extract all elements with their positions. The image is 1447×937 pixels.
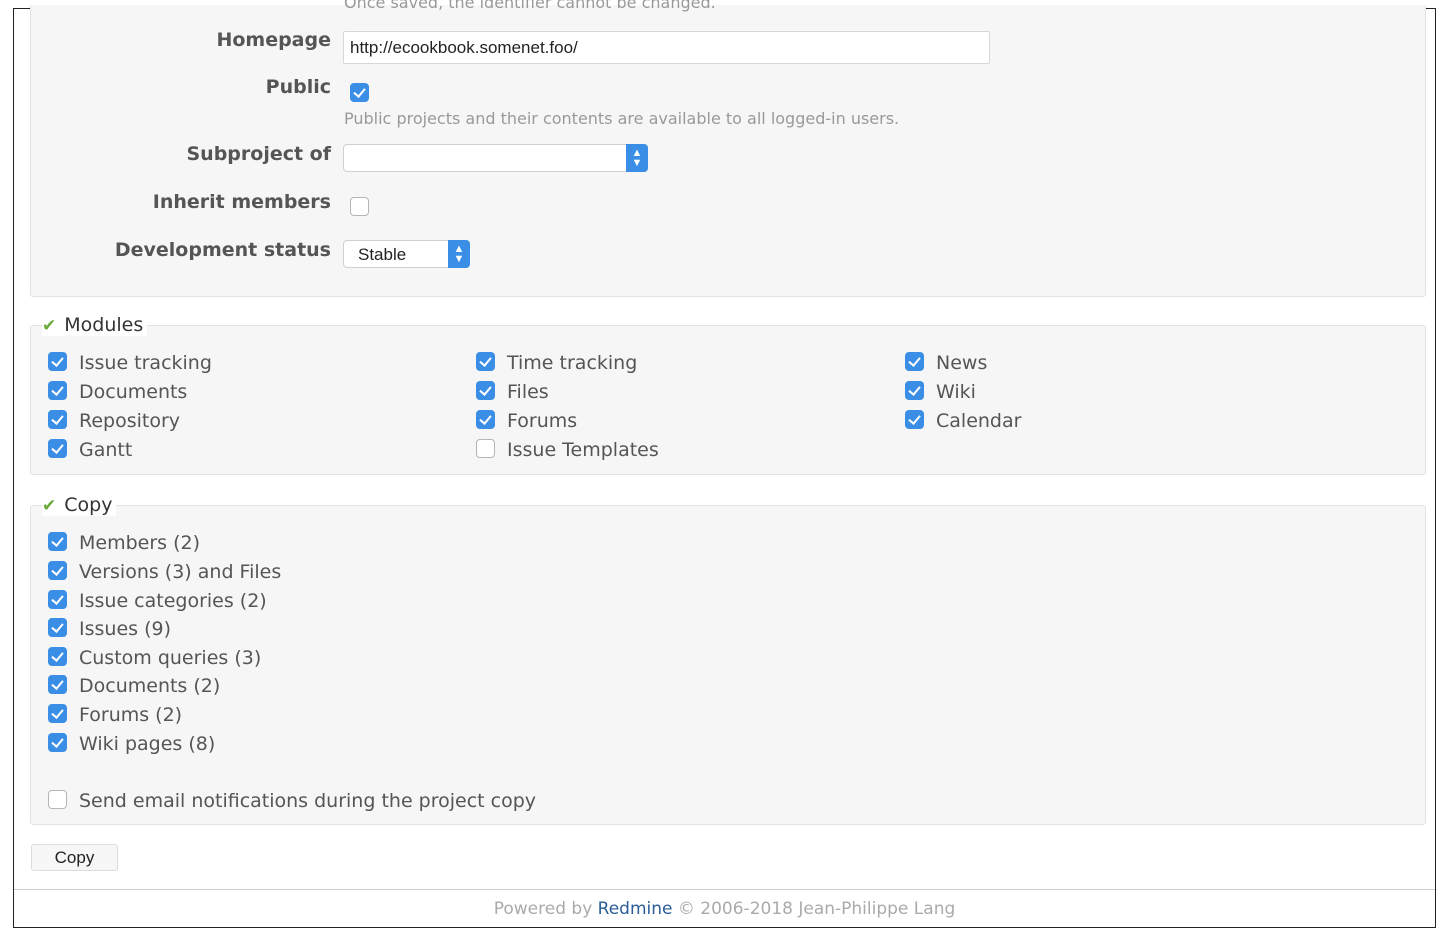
public-hint: Public projects and their contents are a…: [344, 109, 900, 128]
checkmark-icon: ✔: [42, 496, 57, 516]
modules-fieldset: Issue tracking Documents Repository Gant…: [30, 325, 1426, 475]
module-calendar[interactable]: Calendar: [905, 410, 1021, 432]
module-forums[interactable]: Forums: [476, 410, 577, 432]
copy-fieldset: Members (2) Versions (3) and Files Issue…: [30, 505, 1426, 825]
copy-members[interactable]: Members (2): [48, 532, 200, 554]
checkbox[interactable]: [48, 675, 67, 694]
checkbox[interactable]: [905, 381, 924, 400]
footer: Powered by Redmine © 2006-2018 Jean-Phil…: [14, 899, 1435, 919]
checkbox[interactable]: [48, 381, 67, 400]
public-label: Public: [265, 76, 331, 98]
select-arrows-icon: ▲ ▼: [448, 240, 470, 268]
checkbox[interactable]: [476, 410, 495, 429]
checkbox[interactable]: [476, 381, 495, 400]
checkbox[interactable]: [48, 618, 67, 637]
checkmark-icon: ✔: [42, 316, 57, 336]
select-arrows-icon: ▲ ▼: [626, 144, 648, 172]
checkbox[interactable]: [905, 352, 924, 371]
identifier-note: Once saved, the identifier cannot be cha…: [344, 0, 716, 12]
copy-button[interactable]: Copy: [31, 844, 118, 871]
devstatus-select[interactable]: Stable ▲ ▼: [343, 240, 470, 268]
inherit-members-label: Inherit members: [152, 191, 331, 213]
footer-copyright: © 2006-2018 Jean-Philippe Lang: [677, 899, 956, 919]
page-frame: Once saved, the identifier cannot be cha…: [13, 0, 1436, 928]
subproject-label: Subproject of: [186, 143, 331, 165]
project-settings-box: Once saved, the identifier cannot be cha…: [30, 0, 1426, 297]
checkbox[interactable]: [476, 352, 495, 371]
copy-custom-queries[interactable]: Custom queries (3): [48, 647, 261, 669]
checkbox[interactable]: [48, 410, 67, 429]
subproject-select[interactable]: ▲ ▼: [343, 144, 648, 172]
homepage-label: Homepage: [216, 29, 331, 51]
checkbox[interactable]: [905, 410, 924, 429]
copy-issues[interactable]: Issues (9): [48, 618, 171, 640]
module-repository[interactable]: Repository: [48, 410, 180, 432]
copy-wiki-pages[interactable]: Wiki pages (8): [48, 733, 215, 755]
checkbox[interactable]: [48, 647, 67, 666]
homepage-input[interactable]: http://ecookbook.somenet.foo/: [343, 31, 990, 64]
copy-legend: ✔ Copy: [42, 494, 117, 516]
redmine-link[interactable]: Redmine: [598, 899, 673, 919]
checkbox[interactable]: [48, 733, 67, 752]
checkbox[interactable]: [48, 561, 67, 580]
module-issue-tracking[interactable]: Issue tracking: [48, 352, 212, 374]
copy-forums[interactable]: Forums (2): [48, 704, 182, 726]
checkbox[interactable]: [48, 439, 67, 458]
module-documents[interactable]: Documents: [48, 381, 187, 403]
checkbox[interactable]: [48, 352, 67, 371]
checkbox[interactable]: [476, 439, 495, 458]
checkbox[interactable]: [48, 590, 67, 609]
devstatus-value: Stable: [358, 245, 407, 264]
modules-legend: ✔ Modules: [42, 314, 148, 336]
devstatus-label: Development status: [114, 239, 331, 261]
send-notifications-option[interactable]: Send email notifications during the proj…: [48, 790, 536, 812]
checkbox[interactable]: [48, 704, 67, 723]
inherit-members-checkbox[interactable]: [350, 197, 369, 216]
module-time-tracking[interactable]: Time tracking: [476, 352, 637, 374]
copy-issue-categories[interactable]: Issue categories (2): [48, 590, 267, 612]
copy-versions[interactable]: Versions (3) and Files: [48, 561, 281, 583]
module-wiki[interactable]: Wiki: [905, 381, 976, 403]
public-checkbox[interactable]: [350, 83, 369, 102]
footer-divider: [14, 889, 1435, 890]
module-gantt[interactable]: Gantt: [48, 439, 132, 461]
copy-documents[interactable]: Documents (2): [48, 675, 220, 697]
module-news[interactable]: News: [905, 352, 987, 374]
module-files[interactable]: Files: [476, 381, 549, 403]
checkbox[interactable]: [48, 790, 67, 809]
checkbox[interactable]: [48, 532, 67, 551]
module-issue-templates[interactable]: Issue Templates: [476, 439, 659, 461]
footer-prefix: Powered by: [493, 899, 593, 919]
